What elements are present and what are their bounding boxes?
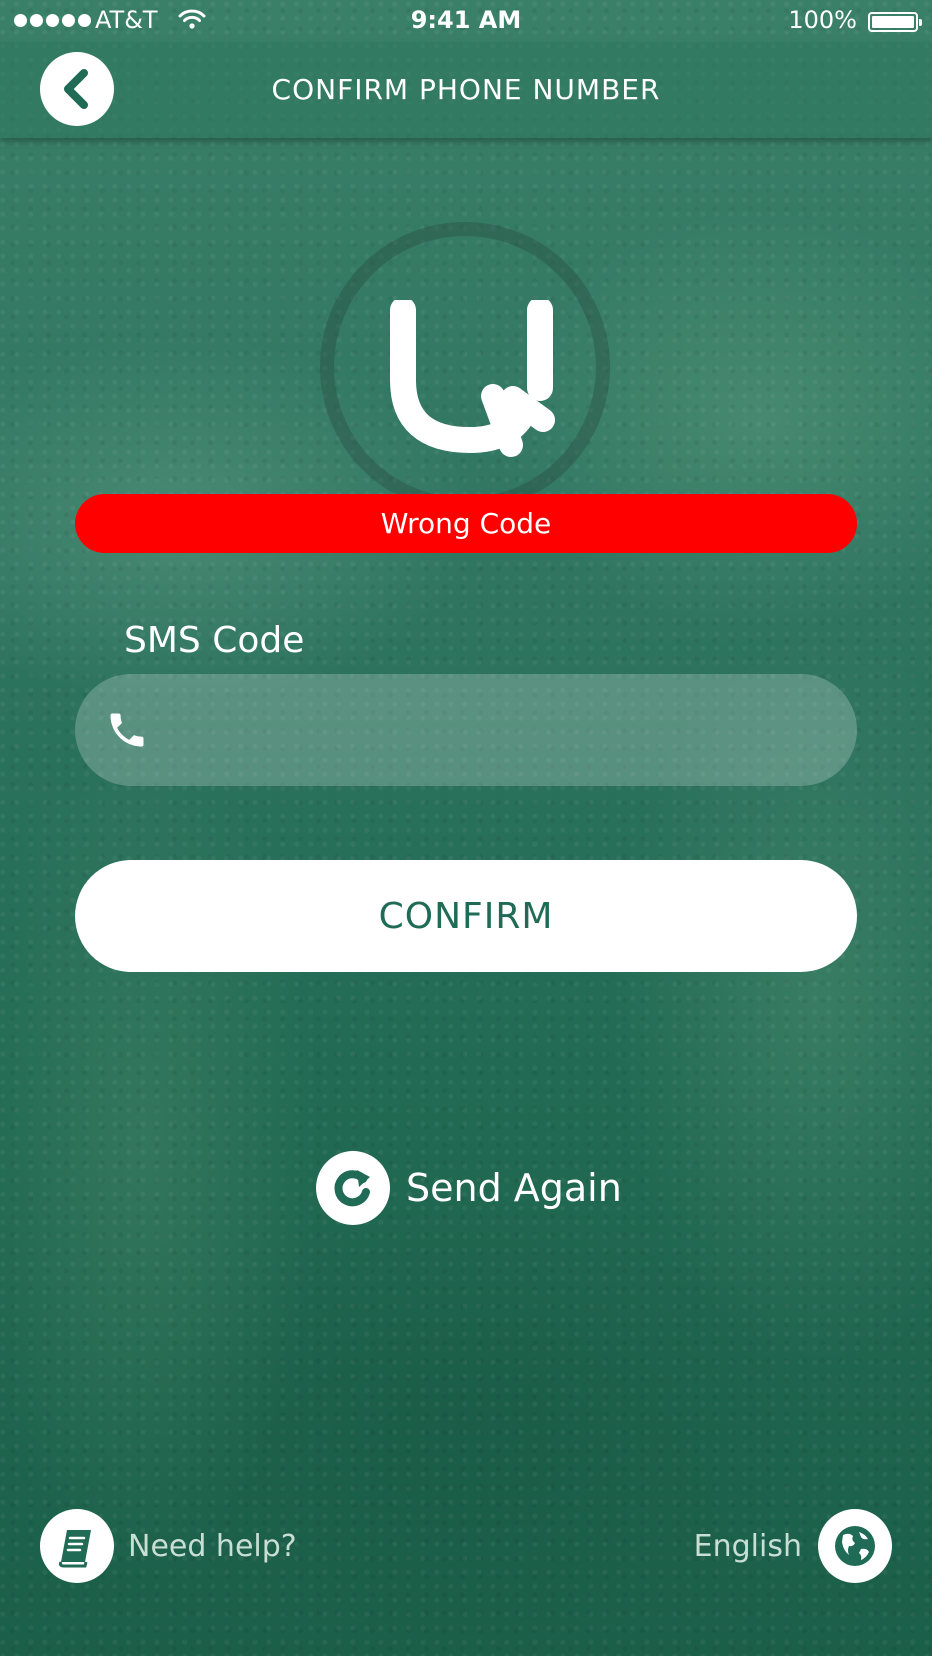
sms-code-field[interactable] [75, 674, 857, 788]
need-help-label: Need help? [128, 1528, 297, 1564]
refresh-icon [316, 1151, 390, 1225]
nav-bar: CONFIRM PHONE NUMBER [0, 42, 932, 138]
battery-percentage: 100% [788, 6, 857, 34]
battery-icon [868, 12, 922, 32]
send-again-button[interactable]: Send Again [316, 1151, 622, 1225]
globe-icon [818, 1509, 892, 1583]
language-label: English [693, 1528, 802, 1564]
need-help-link[interactable]: Need help? [40, 1509, 297, 1583]
send-again-label: Send Again [406, 1166, 622, 1210]
language-selector[interactable]: English [694, 1509, 892, 1583]
book-icon [40, 1509, 114, 1583]
page-title: CONFIRM PHONE NUMBER [271, 73, 661, 106]
confirm-button[interactable]: CONFIRM [75, 860, 857, 972]
phone-icon [110, 713, 144, 747]
sms-code-input[interactable] [175, 674, 829, 788]
app-logo [390, 300, 555, 457]
status-bar: AT&T 9:41 AM 100% [0, 0, 932, 42]
sms-code-label: SMS Code [124, 620, 305, 661]
error-banner: Wrong Code [75, 494, 857, 553]
